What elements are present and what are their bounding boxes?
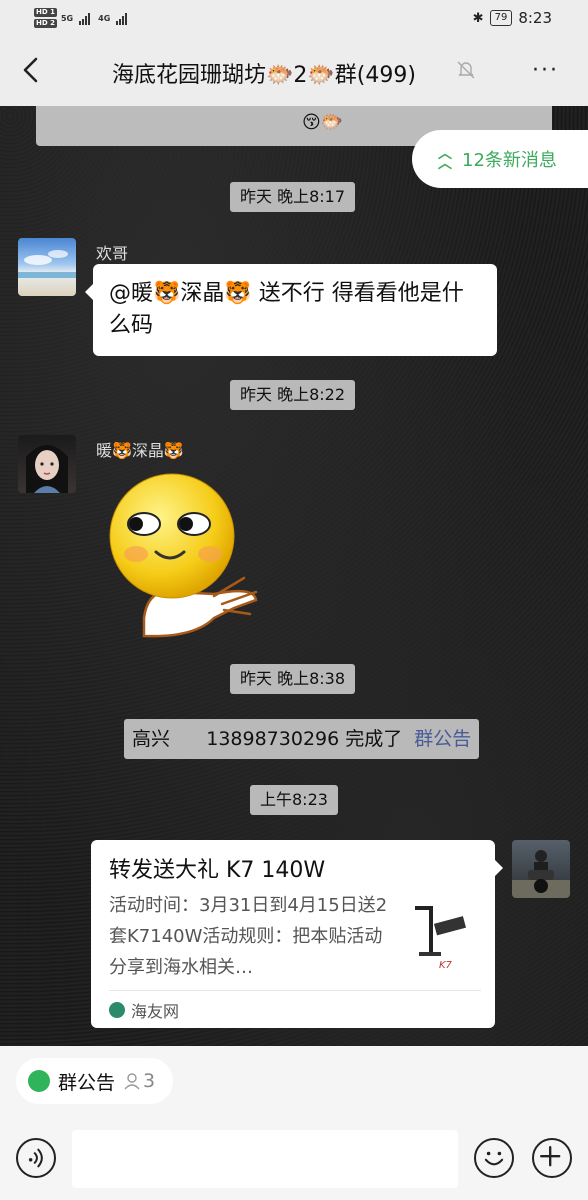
timestamp: 昨天 晚上8:17 <box>230 182 356 212</box>
voice-input-icon[interactable] <box>16 1138 56 1178</box>
chat-title: 海底花园珊瑚坊🐡2🐡群(499) <box>112 63 416 88</box>
message-input[interactable] <box>72 1130 458 1188</box>
system-notice-text: 高兴 13898730296 完成了 <box>132 728 403 750</box>
double-chevron-up-icon: ︿ ︿ <box>438 146 452 172</box>
reader-count-value: 3 <box>143 1070 156 1092</box>
system-notice: 高兴 13898730296 完成了 群公告 <box>124 719 480 759</box>
reader-count: 3 <box>123 1070 155 1092</box>
net-4g: 4G <box>98 13 111 23</box>
haiyou-logo-icon <box>109 1002 125 1018</box>
signal-icon <box>79 11 91 25</box>
message-text: @暖🐯深晶🐯 送不行 得看看他是什么码 <box>109 281 464 338</box>
battery-icon: 79 <box>489 10 513 26</box>
card-title: 转发送大礼 K7 140W <box>109 858 326 883</box>
card-source: 海友网 <box>109 998 179 1022</box>
timestamp: 昨天 晚上8:22 <box>230 380 356 410</box>
mute-bell-icon <box>457 61 475 79</box>
group-notice-chip[interactable]: 群公告 3 <box>16 1058 174 1104</box>
hd2-badge: HD 2 <box>34 19 57 28</box>
bluetooth-icon: ✱ <box>472 10 484 26</box>
person-icon <box>124 1073 140 1090</box>
hd1-badge: HD 1 <box>34 8 57 17</box>
group-notice-link[interactable]: 群公告 <box>414 728 471 750</box>
more-options-icon[interactable]: ··· <box>532 58 559 83</box>
avatar[interactable] <box>18 435 76 493</box>
signal-icon-2 <box>116 11 128 25</box>
card-description: 活动时间：3月31日到4月15日送2套K7140W活动规则：把本贴活动分享到海水… <box>109 895 388 978</box>
chat-area[interactable]: 😚🐡 ︿ ︿ 12条新消息 昨天 晚上8:17 欢哥 @暖🐯深晶🐯 送不行 得看看… <box>0 106 588 1046</box>
new-messages-button[interactable]: ︿ ︿ 12条新消息 <box>412 130 588 188</box>
notice-icon <box>28 1070 50 1092</box>
card-thumbnail-icon: K7 <box>415 906 467 970</box>
card-source-label: 海友网 <box>131 1002 180 1021</box>
plus-icon[interactable] <box>532 1138 572 1178</box>
smiley-sticker-icon[interactable] <box>104 468 268 640</box>
girl-avatar-icon <box>26 445 68 493</box>
sender-name: 欢哥 <box>96 244 129 263</box>
bottom-panel: 群公告 3 <box>0 1046 588 1200</box>
beach-avatar-icon <box>18 250 76 278</box>
emoji-icon[interactable] <box>474 1138 514 1178</box>
sender-name: 暖🐯深晶🐯 <box>96 441 184 460</box>
message-bubble[interactable]: @暖🐯深晶🐯 送不行 得看看他是什么码 <box>85 264 497 356</box>
svg-text:K7: K7 <box>439 960 453 970</box>
input-bar <box>0 1126 588 1200</box>
my-avatar[interactable] <box>512 840 570 898</box>
motorcycle-avatar-icon <box>512 850 570 898</box>
timestamp: 昨天 晚上8:38 <box>230 664 356 694</box>
link-card[interactable]: 转发送大礼 K7 140W 活动时间：3月31日到4月15日送2套K7140W活… <box>91 840 503 1028</box>
chat-header: 海底花园珊瑚坊🐡2🐡群(499) ··· <box>0 36 588 106</box>
signal-area: HD 1 HD 2 5G 4G <box>34 7 128 29</box>
clock: 8:23 <box>518 9 552 27</box>
group-notice-label: 群公告 <box>58 1071 116 1094</box>
status-bar: HD 1 HD 2 5G 4G ✱ 79 8:23 <box>0 0 588 36</box>
previous-message-emoji: 😚🐡 <box>302 112 344 133</box>
new-messages-label: 12条新消息 <box>462 150 557 171</box>
net-5g: 5G <box>60 13 74 23</box>
timestamp: 上午8:23 <box>250 785 338 815</box>
back-arrow-icon[interactable] <box>18 56 46 84</box>
card-divider <box>109 990 481 991</box>
avatar[interactable] <box>18 238 76 296</box>
